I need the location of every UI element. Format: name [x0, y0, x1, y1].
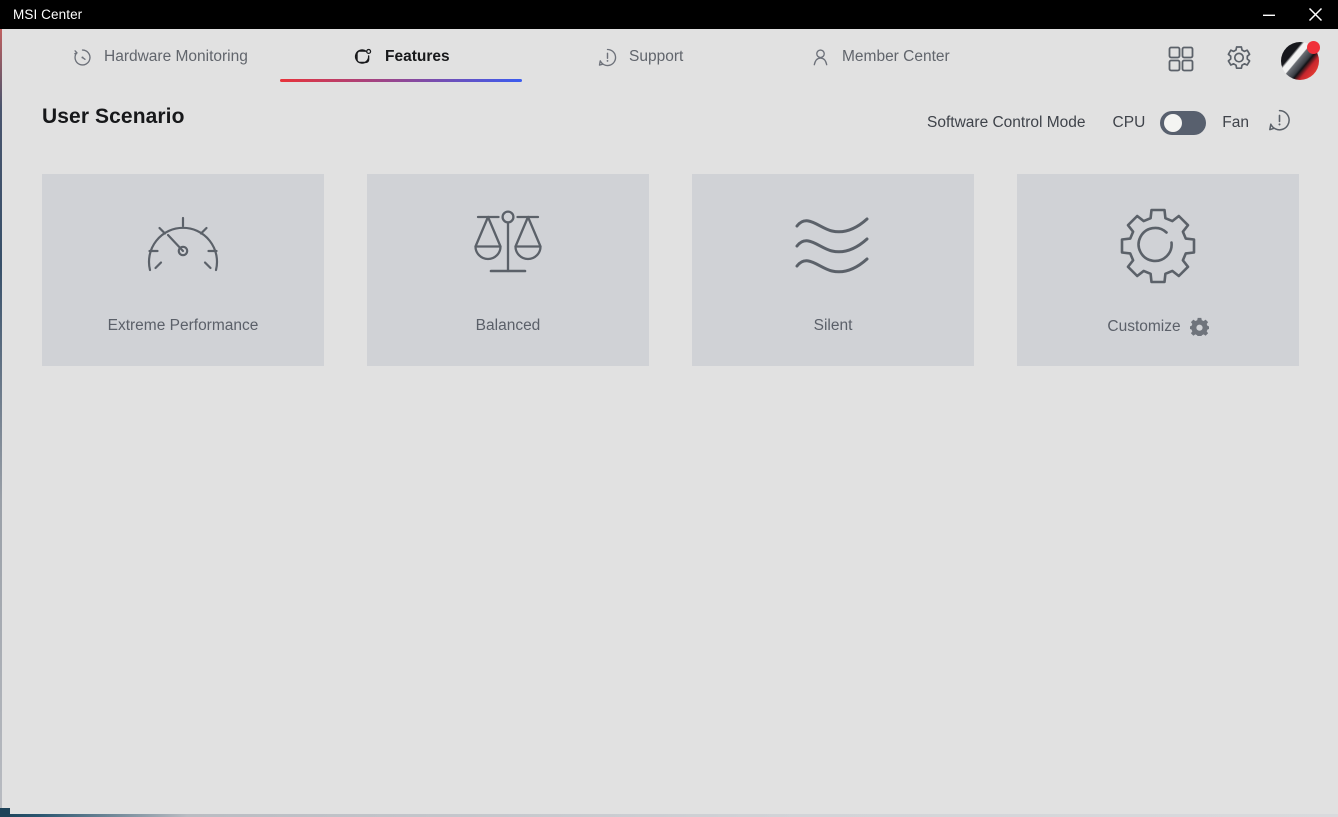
- scenario-card-extreme-performance-label-row: Extreme Performance: [42, 317, 324, 335]
- window-corner-accent: [0, 808, 10, 817]
- main-navigation: Hardware Monitoring Features Support Mem…: [0, 29, 1338, 92]
- scenario-card-balanced[interactable]: Balanced: [367, 174, 649, 366]
- tab-member-center[interactable]: Member Center: [809, 29, 950, 92]
- window-controls: [1246, 0, 1338, 29]
- apps-grid-button[interactable]: [1165, 45, 1197, 77]
- gauge-icon: [42, 206, 324, 286]
- customize-settings-gear-icon[interactable]: [1189, 317, 1209, 336]
- header-actions: [1165, 41, 1320, 80]
- tab-features-label: Features: [385, 48, 450, 65]
- scenario-card-label: Balanced: [475, 317, 541, 334]
- scenario-card-customize[interactable]: Customize: [1017, 174, 1299, 366]
- title-bar: MSI Center: [0, 0, 1338, 29]
- software-control-mode-label: Software Control Mode: [927, 114, 1086, 131]
- close-icon: [1308, 7, 1322, 22]
- window-left-edge: [0, 29, 2, 817]
- scenario-card-silent-label-row: Silent: [692, 317, 974, 335]
- user-avatar-button[interactable]: [1281, 41, 1320, 80]
- page-title: User Scenario: [42, 105, 185, 128]
- tab-support-label: Support: [629, 48, 684, 65]
- gear-outline-icon: [1017, 206, 1299, 286]
- scenario-card-label: Extreme Performance: [107, 317, 259, 334]
- notification-badge: [1307, 41, 1320, 54]
- timer-icon: [71, 46, 93, 68]
- scenario-card-balanced-label-row: Balanced: [367, 317, 649, 335]
- cpu-fan-toggle[interactable]: [1160, 111, 1207, 135]
- scale-icon: [367, 206, 649, 286]
- grid-icon: [1166, 44, 1196, 79]
- tab-member-center-label: Member Center: [842, 48, 950, 65]
- toggle-option-cpu-label: CPU: [1112, 114, 1146, 131]
- tab-hardware-monitoring[interactable]: Hardware Monitoring: [71, 29, 248, 92]
- features-icon: [352, 46, 374, 68]
- toggle-knob: [1164, 114, 1183, 132]
- toggle-option-fan-label: Fan: [1222, 114, 1249, 131]
- close-button[interactable]: [1292, 0, 1338, 29]
- support-bubble-icon: [596, 46, 618, 68]
- scenario-card-label: Customize: [1107, 317, 1181, 335]
- gear-icon: [1224, 44, 1254, 79]
- software-control-mode-bar: Software Control Mode CPU Fan: [927, 108, 1292, 138]
- scenario-card-customize-label-row: Customize: [1017, 317, 1299, 336]
- minimize-icon: [1263, 14, 1275, 16]
- settings-button[interactable]: [1223, 45, 1255, 77]
- tab-hardware-monitoring-label: Hardware Monitoring: [104, 48, 248, 65]
- active-tab-underline: [280, 79, 522, 82]
- scenario-card-label: Silent: [813, 317, 853, 334]
- window-title: MSI Center: [13, 7, 83, 22]
- waves-icon: [692, 206, 974, 286]
- control-mode-info-button[interactable]: [1266, 108, 1292, 138]
- content-area: User Scenario Software Control Mode CPU …: [0, 92, 1338, 814]
- person-icon: [809, 46, 831, 68]
- user-scenario-card-list: Extreme Performance Balanced Silent Cust…: [42, 174, 1299, 366]
- minimize-button[interactable]: [1246, 0, 1292, 29]
- scenario-card-extreme-performance[interactable]: Extreme Performance: [42, 174, 324, 366]
- tab-support[interactable]: Support: [596, 29, 683, 92]
- tab-features[interactable]: Features: [280, 29, 522, 92]
- msi-center-window: MSI Center Hardware Monitoring Features …: [0, 0, 1338, 817]
- scenario-card-silent[interactable]: Silent: [692, 174, 974, 366]
- info-bubble-icon: [1267, 108, 1292, 138]
